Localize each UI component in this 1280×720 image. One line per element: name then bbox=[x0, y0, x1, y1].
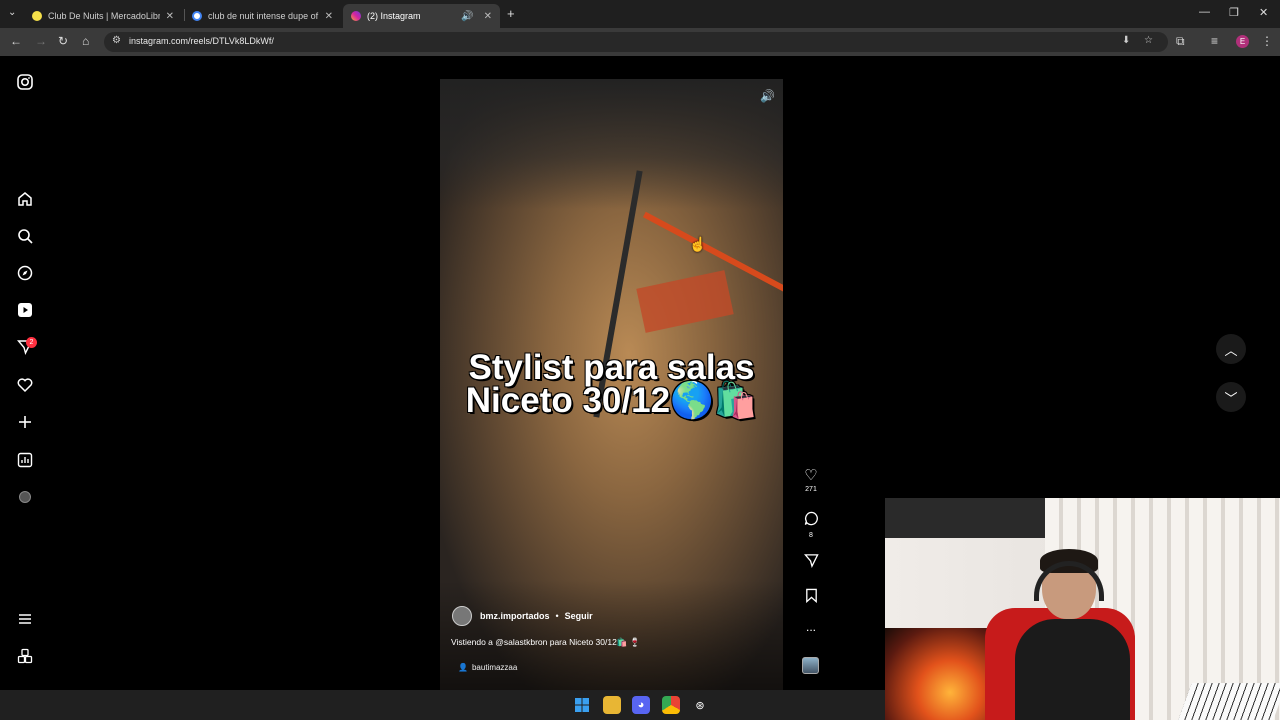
browser-tab-bar: ⌄ Club De Nuits | MercadoLibre 🔇 ✕ club … bbox=[0, 0, 1280, 28]
extensions-icon[interactable]: ⧉ bbox=[1176, 34, 1185, 49]
file-explorer-icon[interactable] bbox=[603, 696, 621, 714]
menu-icon[interactable]: ⋮ bbox=[1261, 34, 1273, 48]
save-action[interactable] bbox=[796, 588, 826, 607]
person-tag-icon: 👤 bbox=[458, 663, 468, 672]
address-bar[interactable]: ⚙ instagram.com/reels/DTLVk8LDkWf/ ⬇ ☆ bbox=[104, 32, 1168, 52]
comment-count: 8 bbox=[809, 532, 813, 539]
comment-action[interactable]: 8 bbox=[796, 511, 826, 539]
tab-title: Club De Nuits | MercadoLibre 🔇 bbox=[48, 10, 160, 21]
close-tab-icon[interactable]: ✕ bbox=[325, 11, 333, 22]
notification-badge: 2 bbox=[26, 337, 37, 348]
chevron-up-icon: ︿ bbox=[1224, 342, 1238, 358]
video-bottom-shade bbox=[440, 580, 783, 690]
share-paper-plane-icon[interactable] bbox=[796, 553, 826, 572]
previous-reel-button[interactable]: ︿ bbox=[1216, 334, 1246, 364]
author-username[interactable]: bmz.importados bbox=[480, 611, 550, 621]
video-overlay-text: Stylist para salas Niceto 30/12🌎🛍️ bbox=[440, 348, 783, 420]
streamer bbox=[1015, 549, 1130, 720]
profile-avatar[interactable]: E bbox=[1236, 35, 1249, 48]
profile-avatar-icon[interactable] bbox=[14, 486, 36, 508]
app-icon[interactable]: ⊛ bbox=[691, 696, 709, 714]
windows-taskbar bbox=[0, 690, 885, 720]
sound-toggle-icon[interactable]: 🔊 bbox=[760, 89, 775, 103]
chrome-icon[interactable] bbox=[662, 696, 680, 714]
new-tab-button[interactable]: + bbox=[507, 6, 515, 21]
tab-instagram[interactable]: (2) Instagram 🔊 ✕ bbox=[343, 4, 500, 28]
chevron-down-icon: ﹀ bbox=[1224, 390, 1238, 406]
like-action[interactable]: ♡ 271 bbox=[796, 468, 826, 494]
instagram-logo-icon[interactable] bbox=[14, 71, 36, 93]
audio-thumbnail[interactable] bbox=[802, 657, 819, 674]
back-icon[interactable]: ← bbox=[10, 34, 22, 48]
create-plus-icon[interactable] bbox=[14, 411, 36, 433]
tagged-username: bautimazzaa bbox=[471, 663, 518, 672]
site-info-icon[interactable]: ⚙ bbox=[112, 35, 121, 46]
keyboard bbox=[1178, 683, 1280, 720]
more-options-icon[interactable]: ... bbox=[796, 620, 826, 634]
tab-title: club de nuit intense dupe of - E bbox=[208, 11, 319, 21]
reel-video[interactable]: 🔊 Stylist para salas Niceto 30/12🌎🛍️ bmz… bbox=[440, 79, 783, 690]
search-nav-icon[interactable] bbox=[14, 225, 36, 247]
instagram-favicon-icon bbox=[351, 11, 361, 21]
author-avatar[interactable] bbox=[452, 606, 472, 626]
audio-playing-icon[interactable]: 🔊 bbox=[461, 11, 473, 22]
notifications-heart-icon[interactable] bbox=[14, 374, 36, 396]
reels-icon[interactable] bbox=[14, 299, 36, 321]
bookmark-icon[interactable] bbox=[796, 588, 826, 607]
separator-dot: • bbox=[555, 611, 559, 621]
close-tab-icon[interactable]: ✕ bbox=[484, 11, 492, 22]
tagged-user[interactable]: 👤 bautimazzaa bbox=[458, 663, 517, 672]
shelf bbox=[885, 498, 1045, 538]
close-tab-icon[interactable]: ✕ bbox=[166, 11, 174, 22]
windows-start-icon[interactable] bbox=[573, 696, 591, 714]
overlay-line-1: Stylist para salas bbox=[468, 348, 755, 387]
next-reel-button[interactable]: ﹀ bbox=[1216, 382, 1246, 412]
mercadolibre-favicon-icon bbox=[32, 11, 42, 21]
overlay-line-2: Niceto 30/12🌎🛍️ bbox=[465, 381, 758, 420]
google-favicon-icon bbox=[192, 11, 202, 21]
home-nav-icon[interactable] bbox=[14, 188, 36, 210]
tab-search-icon[interactable]: ⌄ bbox=[8, 7, 16, 18]
close-window-icon[interactable]: ✕ bbox=[1259, 6, 1268, 19]
like-heart-icon[interactable]: ♡ bbox=[796, 468, 826, 484]
crowd-area bbox=[440, 79, 783, 209]
webcam-overlay bbox=[885, 498, 1280, 720]
url-text: instagram.com/reels/DTLVk8LDkWf/ bbox=[129, 36, 274, 46]
more-menu-icon[interactable] bbox=[14, 608, 36, 630]
maximize-icon[interactable]: ❐ bbox=[1229, 6, 1239, 19]
tab-title: (2) Instagram bbox=[367, 11, 421, 21]
also-from-meta-icon[interactable] bbox=[14, 645, 36, 667]
dashboard-icon[interactable] bbox=[14, 449, 36, 471]
reload-icon[interactable]: ↻ bbox=[58, 34, 68, 48]
reel-description[interactable]: Vistiendo a @salastkbron para Niceto 30/… bbox=[451, 637, 640, 648]
tab-mercadolibre[interactable]: Club De Nuits | MercadoLibre 🔇 ✕ bbox=[24, 4, 182, 28]
media-controls-icon[interactable]: ≡ bbox=[1211, 34, 1218, 48]
like-count: 271 bbox=[805, 486, 817, 493]
comment-bubble-icon[interactable] bbox=[796, 511, 826, 530]
streamer-body bbox=[1015, 619, 1130, 720]
home-icon[interactable]: ⌂ bbox=[82, 34, 89, 48]
forward-icon[interactable]: → bbox=[35, 34, 47, 48]
install-app-icon[interactable]: ⬇ bbox=[1122, 35, 1130, 46]
share-action[interactable] bbox=[796, 553, 826, 572]
discord-icon[interactable]: ◕ bbox=[632, 696, 650, 714]
tab-google-search[interactable]: club de nuit intense dupe of - E ✕ bbox=[184, 4, 341, 28]
red-floor-mark bbox=[636, 270, 734, 333]
follow-button[interactable]: Seguir bbox=[565, 611, 593, 621]
explore-compass-icon[interactable] bbox=[14, 262, 36, 284]
reel-author: bmz.importados • Seguir bbox=[452, 606, 593, 626]
minimize-icon[interactable]: — bbox=[1199, 6, 1210, 18]
mouse-cursor-icon: ☝ bbox=[689, 236, 707, 252]
bookmark-star-icon[interactable]: ☆ bbox=[1144, 35, 1153, 46]
